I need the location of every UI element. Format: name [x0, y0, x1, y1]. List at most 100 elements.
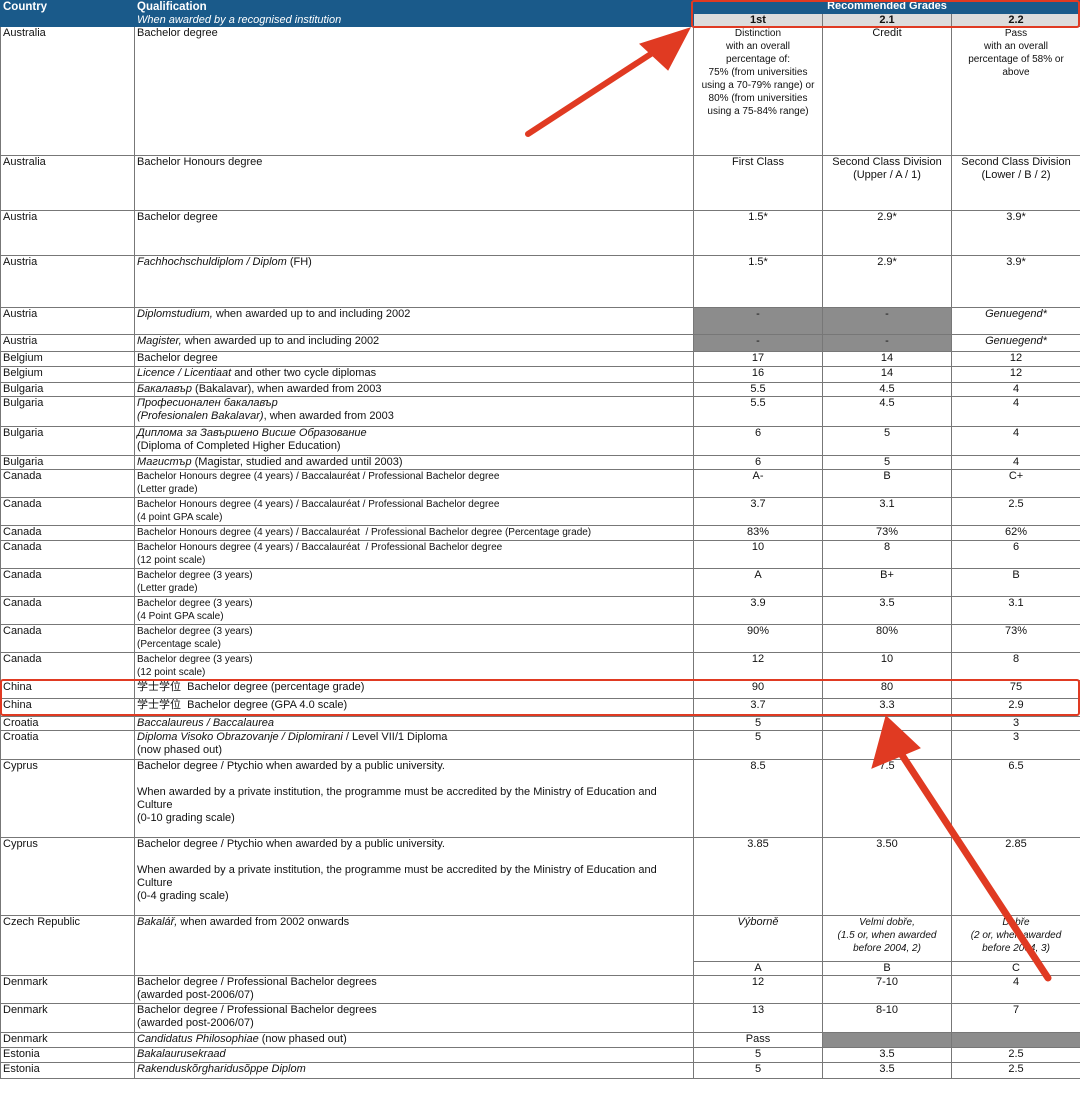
- grade-cell-g2: 14: [822, 366, 952, 383]
- grade-cell-g2: 7.5: [822, 759, 952, 838]
- country-cell: Denmark: [0, 1003, 135, 1033]
- grade-cell-g3: 3.9*: [951, 255, 1080, 308]
- qualification-cell: Rakenduskõrgharidusõppe Diplom: [134, 1062, 694, 1079]
- grade-value: 2.85: [1005, 838, 1027, 851]
- qualification-text: , when awarded from 2003: [263, 410, 394, 422]
- grade-value: Dobře (2 or, when awarded before 2004, 3…: [970, 917, 1062, 954]
- qualification-cell: Diplomstudium, when awarded up to and in…: [134, 307, 694, 335]
- grade-value: 8: [1012, 653, 1020, 666]
- table-row: Czech Republic Bakalář, when awarded from…: [0, 915, 1080, 976]
- grade-cell-g1: Výborně A: [693, 915, 823, 976]
- grade-cell-g2: 80: [822, 680, 952, 699]
- grade-cell-g3: 4: [951, 975, 1080, 1004]
- qualification-cell: Magister, when awarded up to and includi…: [134, 334, 694, 352]
- qualification-text: Bachelor degree / Ptychio when awarded b…: [137, 838, 657, 903]
- grade-value: 2.5: [1008, 1048, 1024, 1061]
- table-row: Bulgaria Магистър (Magistar, studied and …: [0, 455, 1080, 470]
- qualification-text: (now phased out): [137, 744, 222, 756]
- country-cell: Croatia: [0, 716, 135, 731]
- qualification-cell: Bachelor Honours degree (4 years) / Bacc…: [134, 469, 694, 498]
- grade-value: 3.5: [879, 1063, 895, 1076]
- qualification-text: Bachelor Honours degree (4 years) / Bacc…: [137, 471, 500, 495]
- grade-cell-g1: 3.9: [693, 596, 823, 625]
- qualification-text: Професионален бакалавър: [137, 397, 278, 410]
- header-grade-21: 2.1: [822, 13, 952, 27]
- grade-cell-g3: B: [951, 568, 1080, 597]
- grade-value: Credit: [872, 27, 902, 40]
- qualification-text: Diploma Visoko Obrazovanje / Diplomirani: [137, 731, 343, 744]
- grade-value: A-: [752, 470, 764, 483]
- grade-cell-g1: 16: [693, 366, 823, 383]
- grade-value: 3: [1012, 717, 1020, 730]
- grade-cell-g1: 13: [693, 1003, 823, 1033]
- table-row: Canada Bachelor Honours degree (4 years) …: [0, 525, 1080, 541]
- grade-value: 73%: [875, 526, 899, 539]
- qualification-text: (Bakalavar), when awarded from 2003: [191, 383, 382, 396]
- qualification-text: Licence / Licentiaat: [137, 367, 232, 380]
- qualification-cell: Bachelor degree / Ptychio when awarded b…: [134, 837, 694, 916]
- country-cell: Austria: [0, 307, 135, 335]
- table-row: Canada Bachelor degree (3 years) (Letter …: [0, 568, 1080, 597]
- table-row: Australia Bachelor degree Distinction with…: [0, 26, 1080, 156]
- grade-value: Výborně: [737, 916, 779, 929]
- table-row: Denmark Candidatus Philosophiae (now phas…: [0, 1032, 1080, 1048]
- grade-value: 1.5*: [748, 211, 768, 224]
- qualification-cell: Bachelor Honours degree (4 years) / Bacc…: [134, 497, 694, 526]
- grade-value: 10: [880, 653, 894, 666]
- grade-value: -: [756, 335, 760, 348]
- grade-cell-g1: 5: [693, 716, 823, 731]
- grade-value: 8: [883, 541, 891, 554]
- qualification-text: Bachelor degree (3 years) (4 Point GPA s…: [137, 598, 253, 622]
- grade-cell-g1: 90%: [693, 624, 823, 653]
- country-cell: Bulgaria: [0, 396, 135, 427]
- grade-cell-g1: 90: [693, 680, 823, 699]
- grade-value: 80: [880, 681, 894, 694]
- qualification-cell: Bachelor degree (3 years) (Letter grade): [134, 568, 694, 597]
- table-row: Bulgaria Диплома за Завършено Висше Образ…: [0, 426, 1080, 456]
- qualification-cell: Bachelor degree: [134, 351, 694, 367]
- grade-cell-g2: 73%: [822, 525, 952, 541]
- table-row: Austria Diplomstudium, when awarded up to…: [0, 307, 1080, 335]
- qualification-cell: Bachelor degree / Ptychio when awarded b…: [134, 759, 694, 838]
- grade-cell-g1: A-: [693, 469, 823, 498]
- grade-value: 3.5: [879, 597, 895, 610]
- grade-value: 90%: [746, 625, 770, 638]
- qualification-text: Bachelor Honours degree (4 years) / Bacc…: [137, 527, 592, 538]
- grade-cell-g2: 3.50: [822, 837, 952, 916]
- country-cell: Canada: [0, 596, 135, 625]
- country-cell: Denmark: [0, 1032, 135, 1048]
- grade-value: 4: [1012, 397, 1020, 410]
- grade-cell-g2: 3.5: [822, 1062, 952, 1079]
- qualification-text: Bachelor Honours degree (4 years) / Bacc…: [137, 499, 500, 523]
- qualification-text: Rakenduskõrgharidusõppe Diplom: [137, 1063, 306, 1076]
- grade-cell-g2: [822, 1032, 952, 1048]
- qualification-cell: Bachelor Honours degree (4 years) / Bacc…: [134, 540, 694, 569]
- table-row: Canada Bachelor degree (3 years) (4 Point…: [0, 596, 1080, 625]
- grade-cell-g1: 1.5*: [693, 255, 823, 308]
- grade-value: 14: [880, 367, 894, 380]
- country-cell: Canada: [0, 540, 135, 569]
- qualification-text: Candidatus Philosophiae: [137, 1033, 259, 1046]
- qualification-text: (Profesionalen Bakalavar): [137, 410, 264, 422]
- grade-cell-g1: 3.85: [693, 837, 823, 916]
- grade-value: -: [885, 335, 889, 348]
- grade-value: 2.9: [1008, 699, 1024, 712]
- grade-value: 7.5: [879, 760, 895, 773]
- grade-cell-g1: Pass: [693, 1032, 823, 1048]
- grade-cell-g2: -: [822, 307, 952, 335]
- grade-value: -: [885, 308, 889, 321]
- grade-cell-g2: 8-10: [822, 1003, 952, 1033]
- grade-cell-g3: 12: [951, 366, 1080, 383]
- grade-value: Genuegend*: [985, 335, 1047, 348]
- grade-value: B+: [880, 569, 894, 582]
- qualification-text: (Magistar, studied and awarded until 200…: [191, 456, 403, 469]
- qualification-text: (FH): [286, 256, 312, 269]
- grade-value: 10: [751, 541, 765, 554]
- qualification-text: Diplomstudium,: [137, 308, 213, 321]
- grade-cell-g3: 62%: [951, 525, 1080, 541]
- grade-cell-g2: 14: [822, 351, 952, 367]
- grade-cell-g3: 2.5: [951, 497, 1080, 526]
- country-cell: Croatia: [0, 730, 135, 760]
- grade-value: B: [1012, 569, 1020, 582]
- qualification-text: 学士学位 Bachelor degree (GPA 4.0 scale): [137, 699, 348, 712]
